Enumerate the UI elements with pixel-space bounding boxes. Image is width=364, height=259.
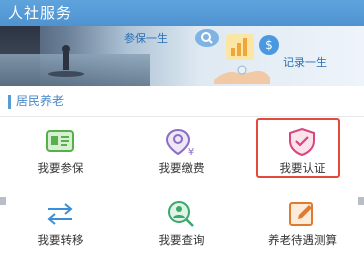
- banner-hands-icon: [214, 65, 270, 84]
- grid-item-query[interactable]: 我要查询: [121, 193, 242, 255]
- app-header: 人社服务: [0, 0, 364, 26]
- section-header: 居民养老: [0, 86, 364, 117]
- svg-text:$: $: [265, 38, 273, 52]
- svg-text:¥: ¥: [188, 147, 194, 157]
- transfer-arrows-icon: [43, 199, 77, 229]
- grid-item-pension-calc[interactable]: 养老待遇测算: [242, 193, 363, 255]
- grid-item-label: 养老待遇测算: [268, 233, 337, 247]
- banner-search-bubble-icon: [195, 29, 219, 47]
- banner-person-silhouette: [48, 45, 84, 77]
- section-accent-bar: [8, 95, 11, 109]
- grid-item-enroll[interactable]: 我要参保: [0, 121, 121, 183]
- banner-dollar-coin-icon: $: [259, 35, 279, 55]
- section-title: 居民养老: [16, 94, 65, 108]
- grid-item-label: 我要转移: [37, 233, 84, 247]
- highlight-frame: [256, 118, 340, 178]
- location-yen-icon: ¥: [164, 127, 198, 158]
- banner-chart-card-icon: [226, 34, 254, 60]
- page-title: 人社服务: [8, 4, 73, 22]
- grid-item-label: 我要缴费: [158, 161, 205, 175]
- banner-slogan-right: 记录一生: [283, 56, 327, 69]
- app-root: 人社服务 $ 参保一生 记录一生 居民养老 我要参保 ¥ 我要缴费 我要认证 我…: [0, 0, 364, 259]
- grid-item-transfer[interactable]: 我要转移: [0, 193, 121, 255]
- scroll-edge-right: [358, 197, 364, 205]
- banner-slogan-left: 参保一生: [124, 32, 168, 45]
- id-card-icon: [43, 127, 77, 157]
- grid-item-label: 我要参保: [37, 161, 84, 175]
- edit-calc-icon: [285, 199, 319, 229]
- grid-item-label: 我要查询: [158, 233, 205, 247]
- grid-item-payment[interactable]: ¥ 我要缴费: [121, 121, 242, 183]
- search-person-icon: [164, 199, 198, 229]
- promo-banner[interactable]: $ 参保一生 记录一生: [0, 26, 364, 86]
- scroll-edge-left: [0, 197, 6, 205]
